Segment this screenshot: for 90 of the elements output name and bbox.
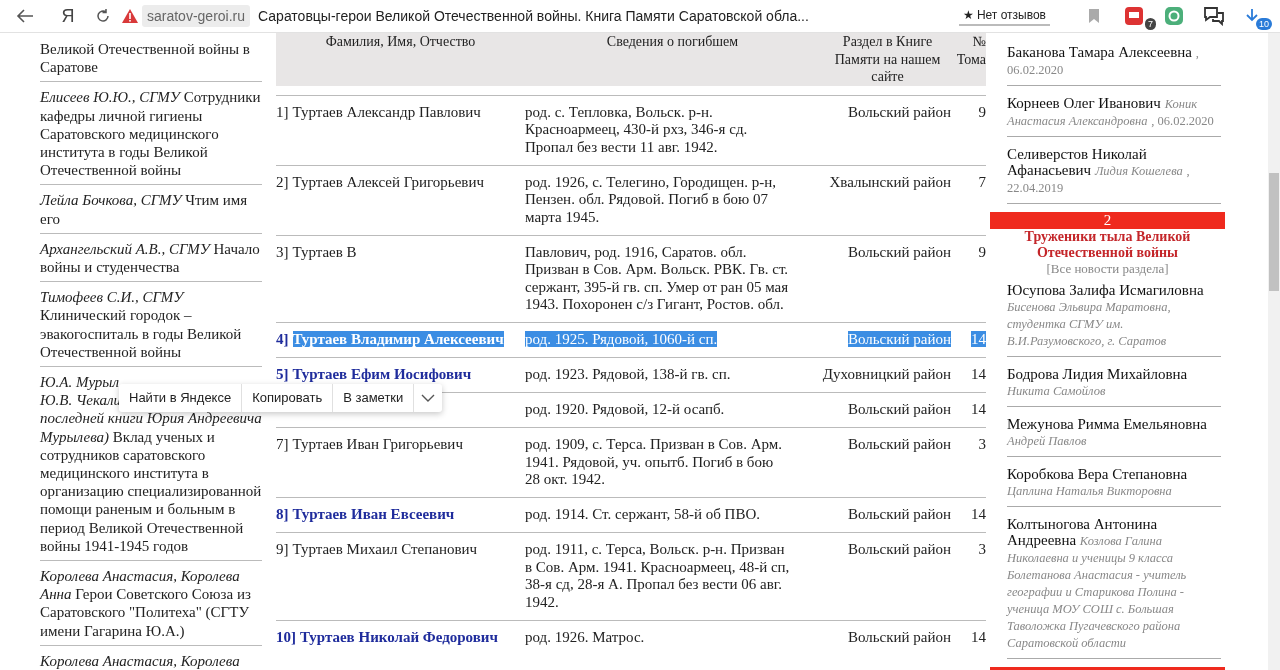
section-text: Вольский район bbox=[847, 541, 951, 557]
article-link[interactable]: Лейла Бочкова, СГМУ Чтим имя его bbox=[40, 191, 262, 228]
row-number: 10] bbox=[276, 628, 296, 645]
name-text: Туртаев Алексей Григорьевич bbox=[292, 173, 484, 190]
section-text: Вольский район bbox=[847, 331, 951, 347]
extension-icon[interactable] bbox=[1124, 6, 1144, 26]
menu-item[interactable]: Копировать bbox=[242, 384, 334, 412]
news-entry[interactable]: Баканова Тамара Алексеевна , 06.02.2020 bbox=[1007, 44, 1221, 78]
article-link[interactable]: Королева Анастасия, Королева Анна Герои Советского Союза из Саратовского "Политеха" (СГТУ имени Гагарина Ю.А.) bbox=[40, 567, 262, 640]
menu-item[interactable]: Найти в Яндексе bbox=[119, 384, 243, 412]
news-entry[interactable]: Межунова Римма Емельяновна Андрей Павлов bbox=[1007, 416, 1221, 449]
column-header: Фамилия, Имя, Отчество bbox=[276, 33, 525, 86]
all-news-link[interactable]: [Все новости раздела] bbox=[990, 261, 1225, 277]
article-link[interactable]: Елисеев Ю.Ю., СГМУ Сотрудники кафедры личной гигиены Саратовского медицинского института в годы Великой Отечественной войны bbox=[40, 88, 262, 180]
extension-icon[interactable] bbox=[1164, 6, 1184, 26]
info-text: род. 1923. Рядовой, 138-й гв. сп. bbox=[525, 366, 731, 382]
row-number: 1] bbox=[276, 103, 289, 120]
column-header: Раздел в Книге Памяти на нашем сайте bbox=[820, 33, 955, 86]
name-text: Туртаев Иван Григорьевич bbox=[292, 436, 463, 452]
volume-text: 3 bbox=[978, 436, 986, 452]
article-link[interactable]: Тимофеев С.И., СГМУ Клинический городок – эвакогоспиталь в годы Великой Отечественной войны bbox=[40, 288, 262, 362]
browser-logo[interactable]: Я bbox=[48, 5, 88, 27]
name-link[interactable]: Туртаев Ефим Иосифович bbox=[292, 366, 472, 382]
column-header: № Тома bbox=[955, 33, 986, 86]
info-text: род. 1925. Рядовой, 1060-й сп. bbox=[525, 331, 718, 347]
name-text: Туртаев В bbox=[292, 243, 357, 260]
volume-text: 14 bbox=[971, 401, 986, 417]
news-entry[interactable]: Юсупова Залифа Исмагиловна Бисенова Эльвира Маратовна, студентка СГМУ им. В.И.Разумовского, г. Саратов bbox=[1007, 282, 1221, 349]
column-header: Сведения о погибшем bbox=[525, 33, 820, 86]
volume-text: 9 bbox=[978, 243, 986, 260]
news-entry[interactable]: Колтыногова Антонина Андреевна Козлова Галина Николаевна и ученицы 9 класса Болетанова Анастасия - учитель географии и Старикова Полина - ученица МОУ СОШ с. Большая Таволожка Пугачевского района Саратовской области bbox=[1007, 516, 1221, 651]
section-text: Хвалынский район bbox=[829, 173, 951, 190]
row-number: 5] bbox=[276, 366, 289, 382]
chevron-down-icon[interactable] bbox=[421, 394, 436, 402]
section-text: Вольский район bbox=[847, 628, 951, 645]
section-text: Вольский район bbox=[847, 243, 951, 260]
news-entry[interactable]: Бодрова Лидия Михайловна Никита Самойлов bbox=[1007, 366, 1221, 399]
name-link[interactable]: Туртаев Николай Федорович bbox=[300, 628, 498, 645]
menu-item[interactable]: В заметки bbox=[333, 384, 415, 412]
rubric-title[interactable]: Труженики тыла Великой Отечественной войны bbox=[990, 229, 1225, 261]
reviews-button[interactable]: ★ Нет отзывов bbox=[958, 6, 1050, 26]
name-text: Туртаев Александр Павлович bbox=[292, 103, 481, 120]
row-number: 7] bbox=[276, 436, 289, 452]
info-text: род. 1911, с. Терса, Вольск. р-н. Призван в Сов. Арм. 1941. Красноармеец, 48-й сп, 38-я сд, 28-я А. Пропал без вести 06 авг. 1942. bbox=[525, 541, 790, 610]
reload-icon[interactable] bbox=[95, 8, 111, 24]
news-entry[interactable]: Селиверстов Николай Афанасьевич Лидия Кошелева , 22.04.2019 bbox=[1007, 146, 1221, 196]
article-link[interactable]: Архангельский А.В., СГМУ Начало войны и студенчества bbox=[40, 239, 262, 277]
volume-text: 14 bbox=[971, 628, 986, 645]
info-text: род. 1914. Ст. сержант, 58-й об ПВО. bbox=[525, 506, 760, 522]
article-link[interactable]: Великой Отечественной войны в Саратове bbox=[40, 40, 262, 77]
row-number: 9] bbox=[276, 541, 289, 557]
page-title: Саратовцы-герои Великой Отечественной войны. Книга Памяти Саратовской обла... bbox=[258, 8, 810, 24]
volume-text: 9 bbox=[978, 103, 986, 120]
download-icon[interactable] bbox=[1245, 8, 1259, 24]
info-text: род. с. Тепловка, Вольск. р-н. Красноармеец, 430-й рхз, 346-я сд. Пропал без вести 11 авг. 1942. bbox=[525, 103, 748, 155]
warning-icon[interactable] bbox=[121, 8, 139, 24]
row-number: 8] bbox=[276, 506, 289, 522]
volume-text: 14 bbox=[971, 366, 986, 382]
info-text: род. 1926. Матрос. bbox=[525, 628, 645, 645]
volume-text: 3 bbox=[978, 541, 986, 557]
section-text: Вольский район bbox=[847, 401, 951, 417]
news-entry[interactable]: Корнеев Олег Иванович Коник Анастасия Александровна , 06.02.2020 bbox=[1007, 95, 1221, 129]
info-text: род. 1926, с. Телегино, Городищен. р-н, Пензен. обл. Рядовой. Погиб в бою 07 марта 1945. bbox=[525, 173, 777, 225]
section-text: Вольский район bbox=[847, 436, 951, 452]
article-link[interactable]: последней книги Юрия Андреевича Мурылева) Вклад ученых и сотрудников саратовского медицинского института в организацию специализированной помощи раненым и больным в период Великой Отечественной войны 1941-1945 годов bbox=[40, 409, 262, 556]
volume-text: 7 bbox=[978, 173, 986, 190]
extension-badge: 7 bbox=[1145, 18, 1156, 30]
scrollbar[interactable] bbox=[1268, 33, 1280, 670]
name-link[interactable]: Туртаев Иван Евсеевич bbox=[292, 506, 455, 522]
row-number: 3] bbox=[276, 243, 289, 260]
downloads-badge: 10 bbox=[1256, 18, 1272, 30]
volume-text: 14 bbox=[971, 331, 986, 347]
scrollbar-thumb[interactable] bbox=[1269, 173, 1279, 291]
section-text: Вольский район bbox=[847, 506, 951, 522]
article-link[interactable]: Ю.А. Мурыл bbox=[40, 373, 120, 392]
name-text: Туртаев Михаил Степанович bbox=[292, 541, 478, 557]
info-text: род. 1909, с. Терса. Призван в Сов. Арм. 1941. Рядовой, уч. опытб. Погиб в бою 28 окт. 1942. bbox=[525, 436, 782, 487]
row-number: 4] bbox=[276, 331, 289, 347]
section-text: Вольский район bbox=[847, 103, 951, 120]
row-number: 2] bbox=[276, 173, 289, 190]
info-text: Павлович, род. 1916, Саратов. обл. Призван в Сов. Арм. Вольск. РВК. Гв. ст. сержант, 395-й гв. сп. Умер от ран 05 мая 1943. Похоронен с/з Гигант, Ростов. обл. bbox=[525, 243, 789, 312]
back-icon[interactable] bbox=[16, 9, 34, 23]
section-text: Духовницкий район bbox=[822, 366, 951, 382]
info-text: род. 1920. Рядовой, 12-й осапб. bbox=[525, 401, 725, 417]
address-field[interactable]: saratov-geroi.ru bbox=[142, 5, 251, 27]
article-link[interactable]: Королева Анастасия, Королева bbox=[40, 651, 262, 670]
news-entry[interactable]: Коробкова Вера Степановна Цаплина Наталья Викторовна bbox=[1007, 466, 1221, 499]
volume-text: 14 bbox=[971, 506, 986, 522]
rubric-bar: 2 bbox=[990, 212, 1225, 229]
chat-icon[interactable] bbox=[1203, 6, 1225, 26]
